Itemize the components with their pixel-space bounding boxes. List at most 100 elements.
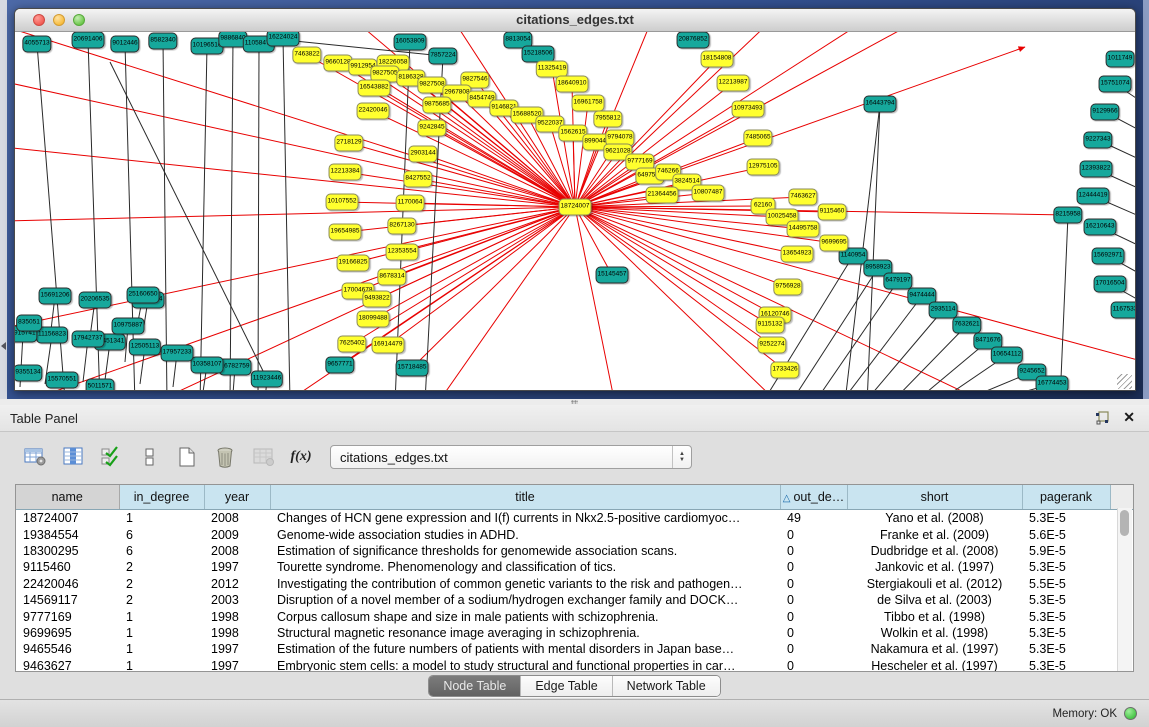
graph-node[interactable]: 9657771 [325, 357, 354, 374]
graph-node[interactable]: 18099488 [357, 311, 390, 328]
graph-node[interactable]: 22420046 [357, 103, 390, 120]
graph-node[interactable]: 12975105 [747, 159, 780, 176]
graph-node[interactable]: 8678314 [377, 269, 406, 286]
table-row[interactable]: 911546021997Tourette syndrome. Phenomeno… [16, 559, 1133, 575]
table-row[interactable]: 977716911998Corpus callosum shape and si… [16, 608, 1133, 624]
row-height-icon[interactable] [134, 444, 164, 470]
close-panel-icon[interactable]: ✕ [1123, 409, 1135, 426]
graph-node[interactable]: 10807487 [692, 185, 725, 202]
graph-node[interactable]: 16774453 [1036, 376, 1069, 392]
graph-node[interactable]: 20206535 [79, 292, 112, 309]
graph-node[interactable]: 835051 [16, 315, 42, 332]
graph-node[interactable]: 16543882 [358, 80, 391, 97]
graph-node[interactable]: 13654923 [781, 246, 814, 263]
column-header-in_degree[interactable]: in_degree [119, 485, 204, 510]
select-columns-icon[interactable] [96, 444, 126, 470]
table-settings-icon[interactable] [20, 444, 50, 470]
graph-node[interactable]: 16961758 [572, 95, 605, 112]
show-columns-icon[interactable] [58, 444, 88, 470]
graph-node[interactable]: 18724007 [559, 199, 592, 216]
table-row[interactable]: 1830029562008Estimation of significance … [16, 543, 1133, 559]
network-window-titlebar[interactable]: citations_edges.txt [15, 9, 1135, 32]
column-header-name[interactable]: name [16, 485, 119, 510]
graph-node[interactable]: 10975887 [112, 318, 145, 335]
graph-node[interactable]: 16443794 [864, 96, 897, 113]
graph-node[interactable]: 15145457 [596, 267, 629, 284]
graph-node[interactable]: 15692971 [1092, 248, 1125, 265]
graph-node[interactable]: 10654112 [991, 347, 1023, 364]
memory-status-indicator[interactable] [1124, 707, 1137, 720]
graph-node[interactable]: 19654985 [329, 224, 362, 241]
graph-node[interactable]: 20691406 [72, 32, 105, 49]
graph-node[interactable]: 9875685 [422, 97, 451, 114]
column-header-year[interactable]: year [204, 485, 270, 510]
graph-node[interactable]: 11923446 [251, 371, 283, 388]
graph-node[interactable]: 7463627 [788, 189, 817, 206]
graph-node[interactable]: 7463822 [292, 47, 321, 64]
column-header-title[interactable]: title [270, 485, 780, 510]
table-row[interactable]: 1938455462009Genome-wide association stu… [16, 526, 1133, 542]
graph-node[interactable]: 9227343 [1083, 132, 1112, 149]
graph-node[interactable]: 18154808 [701, 51, 734, 68]
graph-node[interactable]: 9699695 [819, 235, 848, 252]
function-builder-icon[interactable]: f(x) [286, 444, 316, 470]
graph-node[interactable]: 15718485 [396, 360, 429, 377]
graph-node[interactable]: 9493822 [362, 291, 391, 308]
graph-node[interactable]: 18640910 [556, 76, 589, 93]
tab-network-table[interactable]: Network Table [613, 676, 720, 696]
graph-node[interactable]: 12353554 [386, 244, 419, 261]
graph-node[interactable]: 9242845 [417, 120, 446, 137]
column-header-pagerank[interactable]: pagerank [1022, 485, 1110, 510]
delete-columns-trash-icon[interactable] [210, 444, 240, 470]
graph-node[interactable]: 9252274 [757, 337, 786, 354]
tab-edge-table[interactable]: Edge Table [521, 676, 612, 696]
graph-node[interactable]: 20876852 [677, 32, 710, 49]
graph-node[interactable]: 7632621 [952, 317, 981, 334]
graph-node[interactable]: 7485065 [743, 130, 772, 147]
graph-node[interactable]: 17957233 [161, 345, 194, 362]
network-canvas[interactable]: 4055713206914069012446858234010196516988… [15, 32, 1135, 391]
graph-node[interactable]: 1011749 [1106, 51, 1135, 68]
graph-node[interactable]: 2903144 [408, 146, 437, 163]
graph-node[interactable]: 5011571 [86, 379, 115, 392]
graph-node[interactable]: 14495758 [787, 221, 820, 238]
graph-node[interactable]: 8582340 [148, 33, 177, 50]
table-row[interactable]: 946362711997Embryonic stem cells: a mode… [16, 658, 1133, 672]
graph-node[interactable]: 17016504 [1094, 276, 1127, 293]
graph-node[interactable]: 16210643 [1084, 219, 1117, 236]
graph-node[interactable]: 9115132 [756, 317, 785, 334]
graph-node[interactable]: 8427552 [403, 171, 432, 188]
graph-node[interactable]: 7857224 [428, 48, 457, 65]
graph-node[interactable]: 9115460 [818, 204, 847, 221]
graph-node[interactable]: 9129966 [1090, 104, 1119, 121]
graph-node[interactable]: 12444419 [1077, 188, 1110, 205]
table-row[interactable]: 2242004622012Investigating the contribut… [16, 576, 1133, 592]
create-column-icon[interactable] [172, 444, 202, 470]
graph-node[interactable]: 16782759 [219, 359, 252, 376]
graph-node[interactable]: 16224024 [267, 32, 300, 47]
column-header-short[interactable]: short [847, 485, 1022, 510]
graph-node[interactable]: 25160650 [127, 287, 160, 304]
graph-node[interactable]: 21364456 [646, 187, 679, 204]
window-resize-grip[interactable] [1117, 374, 1132, 389]
panel-collapse-arrow-icon[interactable] [1, 342, 6, 350]
graph-node[interactable]: 15691206 [39, 288, 72, 305]
graph-node[interactable]: 7955812 [593, 111, 622, 128]
table-row[interactable]: 946554611997Estimation of the future num… [16, 641, 1133, 657]
graph-node[interactable]: 10358107 [191, 357, 224, 374]
graph-node[interactable]: 9756928 [773, 279, 802, 296]
vertical-scrollbar[interactable] [1117, 508, 1132, 671]
graph-node[interactable]: 12505113 [129, 339, 161, 356]
graph-node[interactable]: 8215958 [1053, 207, 1082, 224]
table-row[interactable]: 1872400712008Changes of HCN gene express… [16, 510, 1133, 527]
graph-node[interactable]: 9355134 [15, 365, 43, 382]
graph-node[interactable]: 16053809 [394, 34, 427, 51]
graph-node[interactable]: 12213384 [329, 164, 362, 181]
graph-node[interactable]: 10973493 [732, 101, 765, 118]
graph-node[interactable]: 1167533 [1111, 302, 1135, 319]
graph-node[interactable]: 7625402 [337, 336, 366, 353]
float-window-icon[interactable] [1095, 411, 1109, 425]
tab-node-table[interactable]: Node Table [429, 676, 521, 696]
graph-node[interactable]: 8267130 [387, 218, 416, 235]
graph-node[interactable]: 1733426 [770, 362, 799, 379]
